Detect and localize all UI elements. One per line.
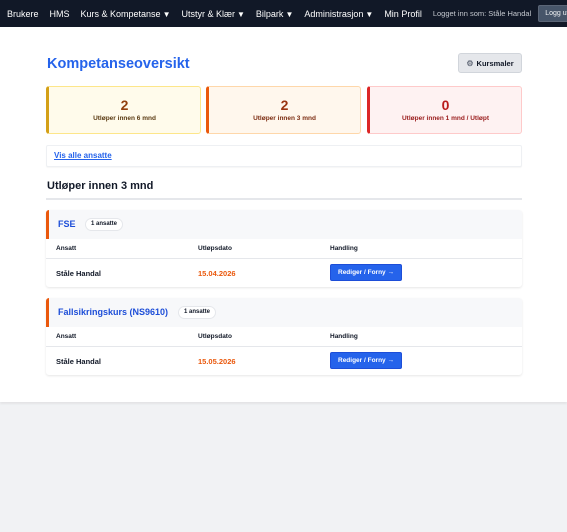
nav-item-min-profil[interactable]: Min Profil (384, 9, 422, 19)
nav-item-administrasjon[interactable]: Administrasjon ▼ (304, 9, 373, 19)
stat-count: 2 (120, 97, 129, 113)
section-title: Utløper innen 3 mnd (47, 180, 154, 192)
main-content: Kompetanseoversikt ⚙ Kursmaler 2 Utløper… (0, 27, 567, 402)
nav-user-area: Logget inn som: Ståle Handal Logg ut (433, 5, 567, 22)
kursmaler-label: Kursmaler (476, 58, 514, 68)
course-name: FSE (58, 219, 76, 229)
employee-name: Ståle Handal (56, 269, 102, 278)
expiry-date: 15.04.2026 (198, 269, 236, 278)
nav-item-label: HMS (49, 8, 70, 19)
caret-down-icon: ▼ (237, 9, 245, 19)
expiry-date: 15.05.2026 (198, 357, 236, 366)
table-row: Ståle Handal 15.04.2026 Rediger / Forny … (46, 259, 522, 287)
course-card-fallsikringskurs: Fallsikringskurs (NS9610) 1 ansatte Ansa… (46, 298, 522, 375)
nav-item-label: Kurs & Kompetanse (80, 8, 161, 19)
nav-item-label: Min Profil (384, 8, 422, 19)
column-header-action: Handling (330, 245, 358, 252)
column-header-employee: Ansatt (56, 333, 77, 340)
stat-count: 2 (280, 97, 289, 113)
course-card-fse: FSE 1 ansatte Ansatt Utløpsdato Handling… (46, 210, 522, 287)
column-header-action: Handling (330, 333, 358, 340)
gear-icon: ⚙ (466, 58, 474, 68)
stat-card-1-month-expired[interactable]: 0 Utløper innen 1 mnd / Utløpt (367, 86, 522, 134)
stat-card-3-months[interactable]: 2 Utløper innen 3 mnd (206, 86, 361, 134)
edit-renew-button[interactable]: Rediger / Forny → (330, 352, 402, 369)
nav-item-utstyr-klaer[interactable]: Utstyr & Klær ▼ (181, 9, 244, 19)
nav-item-label: Bilpark (255, 8, 284, 19)
stat-card-6-months[interactable]: 2 Utløper innen 6 mnd (46, 86, 201, 134)
column-header-employee: Ansatt (56, 245, 77, 252)
nav-item-kurs-kompetanse[interactable]: Kurs & Kompetanse ▼ (81, 9, 171, 19)
table-row: Ståle Handal 15.05.2026 Rediger / Forny … (46, 347, 522, 375)
stat-label: Utløper innen 1 mnd / Utløpt (401, 115, 490, 122)
nav-menu: Brukere HMS Kurs & Kompetanse ▼ Utstyr & … (7, 9, 433, 19)
logged-in-text: Logget inn som: Ståle Handal (432, 9, 532, 18)
nav-item-label: Utstyr & Klær (181, 8, 235, 19)
course-header: Fallsikringskurs (NS9610) 1 ansatte (46, 298, 522, 327)
show-all-panel: Vis alle ansatte (46, 145, 522, 167)
top-navbar: Brukere HMS Kurs & Kompetanse ▼ Utstyr & … (0, 0, 567, 27)
employee-name: Ståle Handal (56, 357, 102, 366)
nav-item-brukere[interactable]: Brukere (7, 9, 39, 19)
course-name: Fallsikringskurs (NS9610) (58, 307, 169, 317)
nav-item-hms[interactable]: HMS (50, 9, 70, 19)
employee-count-badge: 1 ansatte (178, 306, 217, 319)
stat-count: 0 (441, 97, 450, 113)
stat-label: Utløper innen 6 mnd (93, 115, 156, 122)
caret-down-icon: ▼ (365, 9, 374, 19)
column-header-expiry: Utløpsdato (198, 333, 232, 340)
table-header: Ansatt Utløpsdato Handling (46, 327, 522, 347)
stat-label: Utløper innen 3 mnd (253, 115, 316, 122)
logout-button[interactable]: Logg ut (538, 5, 567, 22)
column-header-expiry: Utløpsdato (198, 245, 232, 252)
course-header: FSE 1 ansatte (46, 210, 522, 239)
caret-down-icon: ▼ (285, 9, 294, 19)
show-all-employees-link[interactable]: Vis alle ansatte (54, 151, 112, 160)
caret-down-icon: ▼ (162, 9, 171, 19)
table-header: Ansatt Utløpsdato Handling (46, 239, 522, 259)
page-title: Kompetanseoversikt (47, 56, 190, 72)
employee-count-badge: 1 ansatte (85, 218, 124, 231)
nav-item-label: Brukere (7, 8, 39, 19)
kursmaler-button[interactable]: ⚙ Kursmaler (458, 53, 522, 73)
nav-item-bilpark[interactable]: Bilpark ▼ (256, 9, 293, 19)
nav-item-label: Administrasjon (304, 8, 364, 19)
edit-renew-button[interactable]: Rediger / Forny → (330, 264, 402, 281)
section-divider (46, 198, 522, 200)
